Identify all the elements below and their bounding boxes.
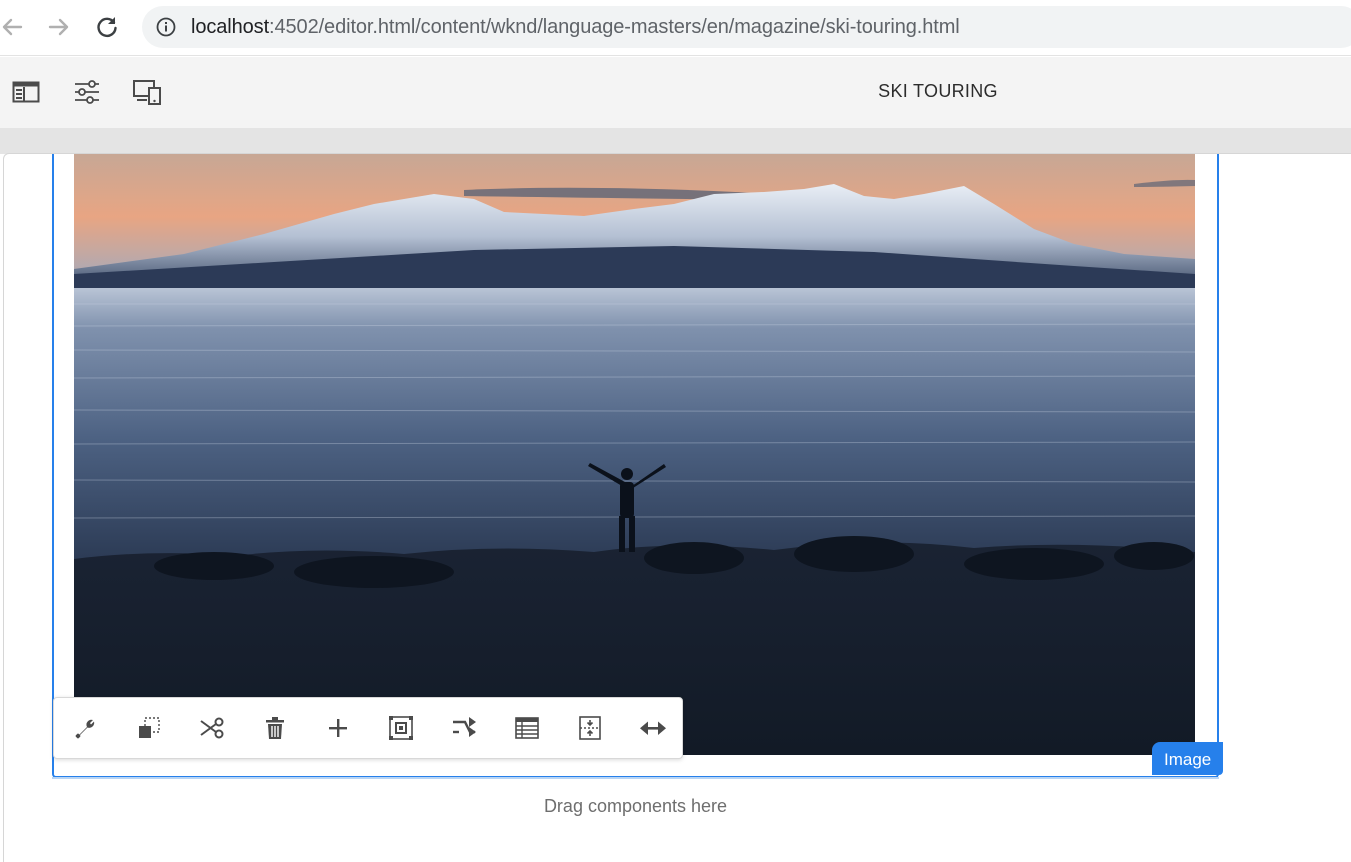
convert-icon[interactable] <box>450 714 478 742</box>
reload-icon[interactable] <box>92 12 122 42</box>
insert-icon[interactable] <box>324 714 352 742</box>
browser-bar: localhost:4502/editor.html/content/wknd/… <box>0 0 1351 56</box>
emulator-icon[interactable] <box>132 77 162 107</box>
page-properties-icon[interactable] <box>72 77 102 107</box>
cut-icon[interactable] <box>198 714 226 742</box>
delete-icon[interactable] <box>261 714 289 742</box>
resize-icon[interactable] <box>639 714 667 742</box>
layout-icon[interactable] <box>576 714 604 742</box>
back-arrow-icon[interactable] <box>0 12 27 42</box>
forward-arrow-icon[interactable] <box>44 12 74 42</box>
selection-frame <box>52 154 1219 779</box>
component-toolbar <box>53 697 683 759</box>
configure-icon[interactable] <box>72 714 100 742</box>
drop-zone-placeholder[interactable]: Drag components here <box>52 796 1219 817</box>
address-bar[interactable]: localhost:4502/editor.html/content/wknd/… <box>142 6 1351 48</box>
copy-icon[interactable] <box>135 714 163 742</box>
component-type-badge: Image <box>1152 742 1224 775</box>
side-panel-icon[interactable] <box>11 77 41 107</box>
style-icon[interactable] <box>513 714 541 742</box>
url-host: localhost <box>191 16 270 38</box>
url-path: :4502/editor.html/content/wknd/language-… <box>269 16 960 38</box>
info-icon[interactable] <box>156 17 176 37</box>
canvas-gutter <box>0 128 1351 154</box>
editor-toolbar: SKI TOURING <box>0 57 1351 128</box>
group-icon[interactable] <box>387 714 415 742</box>
page-title: SKI TOURING <box>878 81 998 101</box>
url-text: localhost:4502/editor.html/content/wknd/… <box>191 16 960 39</box>
